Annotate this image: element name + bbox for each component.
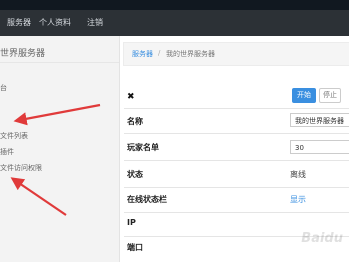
breadcrumb-separator: / (158, 49, 161, 57)
port-label: 端口 (127, 243, 143, 252)
breadcrumb: 服务器 / 我的世界服务器 (123, 42, 349, 66)
row-divider (124, 133, 349, 134)
start-button[interactable]: 开始 (292, 88, 316, 103)
top-strip (0, 0, 349, 10)
stop-button[interactable]: 停止 (319, 88, 341, 103)
sidebar-item-console[interactable]: 台 (0, 83, 7, 93)
online-bar-toggle[interactable]: 显示 (290, 194, 306, 205)
player-label: 玩家名单 (127, 143, 159, 152)
sidebar-divider (0, 62, 119, 63)
sidebar-item-file-list[interactable]: 文件列表 (0, 131, 28, 141)
nav-logout[interactable]: 注销 (87, 17, 103, 28)
row-divider (124, 108, 349, 109)
row-divider (124, 212, 349, 213)
nav-servers[interactable]: 服务器 (7, 17, 31, 28)
close-icon[interactable]: ✖ (127, 92, 135, 102)
row-divider (124, 187, 349, 188)
name-input[interactable]: 我的世界服务器 (290, 113, 349, 127)
row-divider (124, 160, 349, 161)
sidebar-item-plugins[interactable]: 插件 (0, 147, 14, 157)
ip-label: IP (127, 218, 136, 227)
sidebar: 世界服务器 台 文件列表 插件 文件访问权限 (0, 36, 120, 262)
status-value: 离线 (290, 170, 306, 179)
online-bar-label: 在线状态栏 (127, 195, 167, 204)
watermark: Baidu (301, 231, 343, 246)
sidebar-title: 世界服务器 (0, 49, 46, 59)
sidebar-item-file-permissions[interactable]: 文件访问权限 (0, 163, 42, 173)
breadcrumb-current: 我的世界服务器 (166, 50, 215, 58)
name-label: 名称 (127, 117, 143, 126)
player-input[interactable]: 30 (290, 140, 349, 154)
status-label: 状态 (127, 170, 143, 179)
breadcrumb-root[interactable]: 服务器 (132, 49, 153, 59)
main-content: 服务器 / 我的世界服务器 ✖ 开始 停止 名称 我的世界服务器 玩家名单 30… (120, 36, 349, 262)
nav-profile[interactable]: 个人资料 (39, 17, 71, 28)
navbar: 服务器 个人资料 注销 (0, 10, 349, 36)
